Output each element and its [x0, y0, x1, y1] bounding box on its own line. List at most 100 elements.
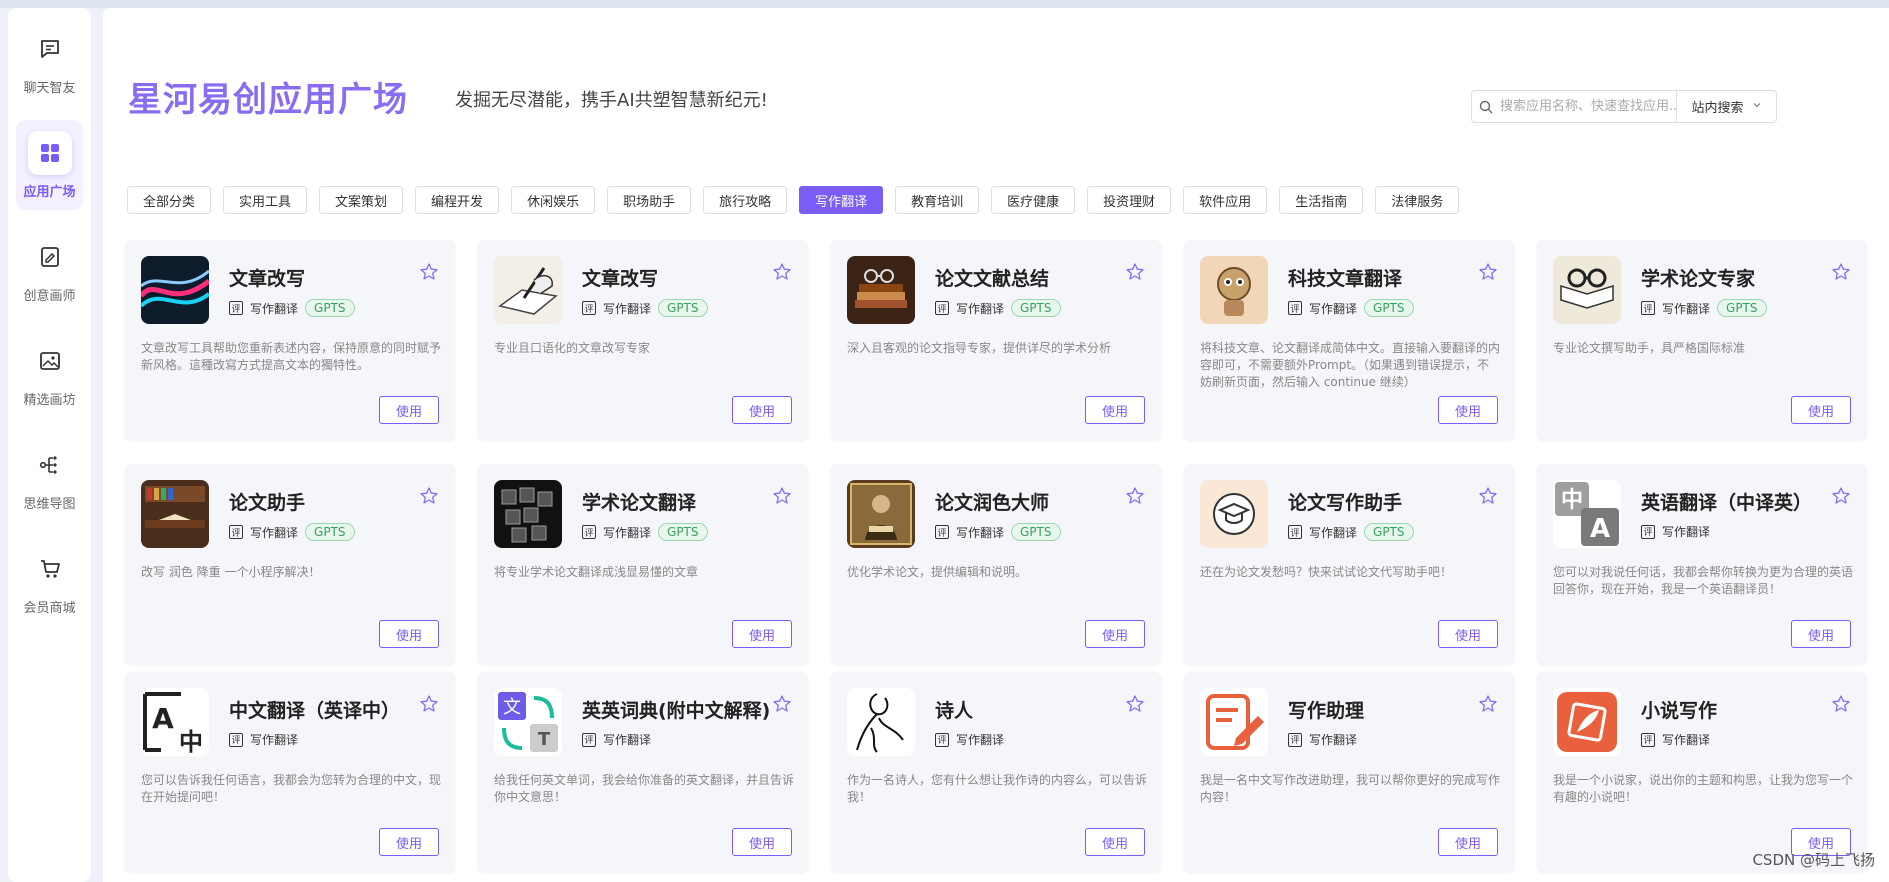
app-card[interactable]: 论文写作助手 评 写作翻译 GPTS 还在为论文发愁吗？快来试试论文代写助手吧！… [1184, 464, 1514, 664]
category-tab[interactable]: 生活指南 [1279, 186, 1364, 214]
app-card[interactable]: 写作助理 评 写作翻译 我是一名中文写作改进助理，我可以帮你更好的完成写作内容！… [1184, 672, 1514, 872]
app-card[interactable]: 中A 英语翻译（中译英） 评 写作翻译 您可以对我说任何话，我都会帮你转换为更为… [1537, 464, 1867, 664]
app-meta: 评 写作翻译 [582, 731, 651, 748]
category-tag-icon: 评 [229, 301, 243, 315]
category-tag-icon: 评 [1641, 301, 1655, 315]
use-button[interactable]: 使用 [379, 396, 439, 424]
app-title: 论文润色大师 [935, 492, 1050, 514]
top-strip [0, 0, 1889, 8]
category-tab[interactable]: 法律服务 [1375, 186, 1460, 214]
star-icon[interactable] [1478, 262, 1498, 282]
app-description: 还在为论文发愁吗？快来试试论文代写助手吧！ [1200, 565, 1453, 579]
app-description: 给我任何英文单词，我会给你准备的英文翻译，并且告诉你中文意思！ [494, 773, 794, 804]
use-button[interactable]: 使用 [1791, 620, 1851, 648]
draw-icon [28, 235, 72, 279]
app-title: 诗人 [935, 700, 974, 722]
app-meta: 评 写作翻译 [935, 731, 1004, 748]
app-card[interactable]: 文T 英英词典(附中文解释) 评 写作翻译 给我任何英文单词，我会给你准备的英文… [478, 672, 808, 872]
star-icon[interactable] [1478, 486, 1498, 506]
app-card[interactable]: 论文润色大师 评 写作翻译 GPTS 优化学术论文，提供编辑和说明。 使用 [831, 464, 1161, 664]
category-tag-icon: 评 [582, 525, 596, 539]
use-button[interactable]: 使用 [732, 396, 792, 424]
cart-icon [28, 547, 72, 591]
category-tab[interactable]: 实用工具 [223, 186, 308, 214]
sidebar-item-shop[interactable]: 会员商城 [16, 536, 83, 626]
app-card[interactable]: 小说写作 评 写作翻译 我是一个小说家，说出你的主题和构思，让我为您写一个有趣的… [1537, 672, 1867, 872]
app-category: 写作翻译 [1662, 525, 1711, 539]
star-icon[interactable] [419, 262, 439, 282]
app-meta: 评 写作翻译 GPTS [1641, 299, 1767, 317]
app-meta: 评 写作翻译 GPTS [1288, 299, 1414, 317]
app-category: 写作翻译 [603, 525, 652, 540]
app-meta: 评 写作翻译 [1641, 731, 1710, 748]
app-title: 学术论文翻译 [582, 492, 697, 514]
app-category: 写作翻译 [956, 733, 1005, 747]
category-tab[interactable]: 全部分类 [127, 186, 212, 214]
star-icon[interactable] [1125, 262, 1145, 282]
app-card[interactable]: 科技文章翻译 评 写作翻译 GPTS 将科技文章、论文翻译成简体中文。直接输入要… [1184, 240, 1514, 440]
use-button[interactable]: 使用 [1438, 396, 1498, 424]
search-input[interactable] [1500, 91, 1676, 122]
app-category: 写作翻译 [1662, 301, 1711, 316]
category-tab[interactable]: 文案策划 [319, 186, 404, 214]
use-button[interactable]: 使用 [732, 620, 792, 648]
use-button[interactable]: 使用 [1085, 620, 1145, 648]
star-icon[interactable] [772, 486, 792, 506]
category-tab[interactable]: 编程开发 [415, 186, 500, 214]
star-icon[interactable] [772, 262, 792, 282]
star-icon[interactable] [1831, 486, 1851, 506]
star-icon[interactable] [1125, 486, 1145, 506]
use-button[interactable]: 使用 [732, 828, 792, 856]
use-button[interactable]: 使用 [1438, 828, 1498, 856]
star-icon[interactable] [772, 694, 792, 714]
poet-sketch-icon [847, 688, 915, 756]
use-button[interactable]: 使用 [379, 828, 439, 856]
use-button[interactable]: 使用 [1085, 828, 1145, 856]
sidebar-item-gallery[interactable]: 精选画坊 [16, 328, 83, 418]
star-icon[interactable] [1831, 694, 1851, 714]
app-title: 中文翻译（英译中） [229, 700, 401, 722]
gpts-badge: GPTS [305, 523, 355, 541]
sidebar-item-mindmap[interactable]: 思维导图 [16, 432, 83, 522]
use-button[interactable]: 使用 [379, 620, 439, 648]
star-icon[interactable] [1831, 262, 1851, 282]
app-card[interactable]: 文章改写 评 写作翻译 GPTS 专业且口语化的文章改写专家 使用 [478, 240, 808, 440]
search-box: 站内搜索 [1471, 90, 1777, 123]
app-card[interactable]: 论文文献总结 评 写作翻译 GPTS 深入且客观的论文指导专家，提供详尽的学术分… [831, 240, 1161, 440]
category-tab[interactable]: 投资理财 [1087, 186, 1172, 214]
svg-text:A: A [1590, 514, 1610, 544]
category-tab[interactable]: 医疗健康 [991, 186, 1076, 214]
sidebar-item-apps[interactable]: 应用广场 [16, 120, 83, 210]
star-icon[interactable] [1478, 694, 1498, 714]
library-icon [141, 480, 209, 548]
app-card[interactable]: 学术论文翻译 评 写作翻译 GPTS 将专业学术论文翻译成浅显易懂的文章 使用 [478, 464, 808, 664]
category-tab-active[interactable]: 写作翻译 [799, 186, 884, 214]
app-card[interactable]: A中 中文翻译（英译中） 评 写作翻译 您可以告诉我任何语言，我都会为您转为合理… [125, 672, 455, 872]
star-icon[interactable] [419, 486, 439, 506]
app-category: 写作翻译 [1662, 733, 1711, 747]
star-icon[interactable] [1125, 694, 1145, 714]
category-tab[interactable]: 教育培训 [895, 186, 980, 214]
category-tab[interactable]: 软件应用 [1183, 186, 1268, 214]
app-description: 专业且口语化的文章改写专家 [494, 341, 651, 355]
use-button[interactable]: 使用 [1791, 396, 1851, 424]
app-category: 写作翻译 [956, 525, 1005, 540]
sidebar-item-draw[interactable]: 创意画师 [16, 224, 83, 314]
app-card[interactable]: 学术论文专家 评 写作翻译 GPTS 专业论文撰写助手，具严格国际标准 使用 [1537, 240, 1867, 440]
category-tab[interactable]: 旅行攻略 [703, 186, 788, 214]
search-scope-select[interactable]: 站内搜索 [1676, 91, 1776, 122]
sidebar-item-chat[interactable]: 聊天智友 [16, 16, 83, 106]
category-tab[interactable]: 休闲娱乐 [511, 186, 596, 214]
app-card[interactable]: 诗人 评 写作翻译 作为一名诗人，您有什么想让我作诗的内容么，可以告诉我！ 使用 [831, 672, 1161, 872]
category-tab[interactable]: 职场助手 [607, 186, 692, 214]
sidebar-item-label: 精选画坊 [23, 392, 76, 408]
use-button[interactable]: 使用 [1438, 620, 1498, 648]
app-card[interactable]: 文章改写 评 写作翻译 GPTS 文章改写工具帮助您重新表述内容，保持原意的同时… [125, 240, 455, 440]
app-meta: 评 写作翻译 [1288, 731, 1357, 748]
watermark: CSDN @码上飞扬 [1752, 851, 1875, 869]
app-description: 优化学术论文，提供编辑和说明。 [847, 565, 1028, 579]
svg-text:A: A [152, 702, 174, 735]
star-icon[interactable] [419, 694, 439, 714]
app-card[interactable]: 论文助手 评 写作翻译 GPTS 改写 润色 降重 一个小程序解决！ 使用 [125, 464, 455, 664]
use-button[interactable]: 使用 [1085, 396, 1145, 424]
